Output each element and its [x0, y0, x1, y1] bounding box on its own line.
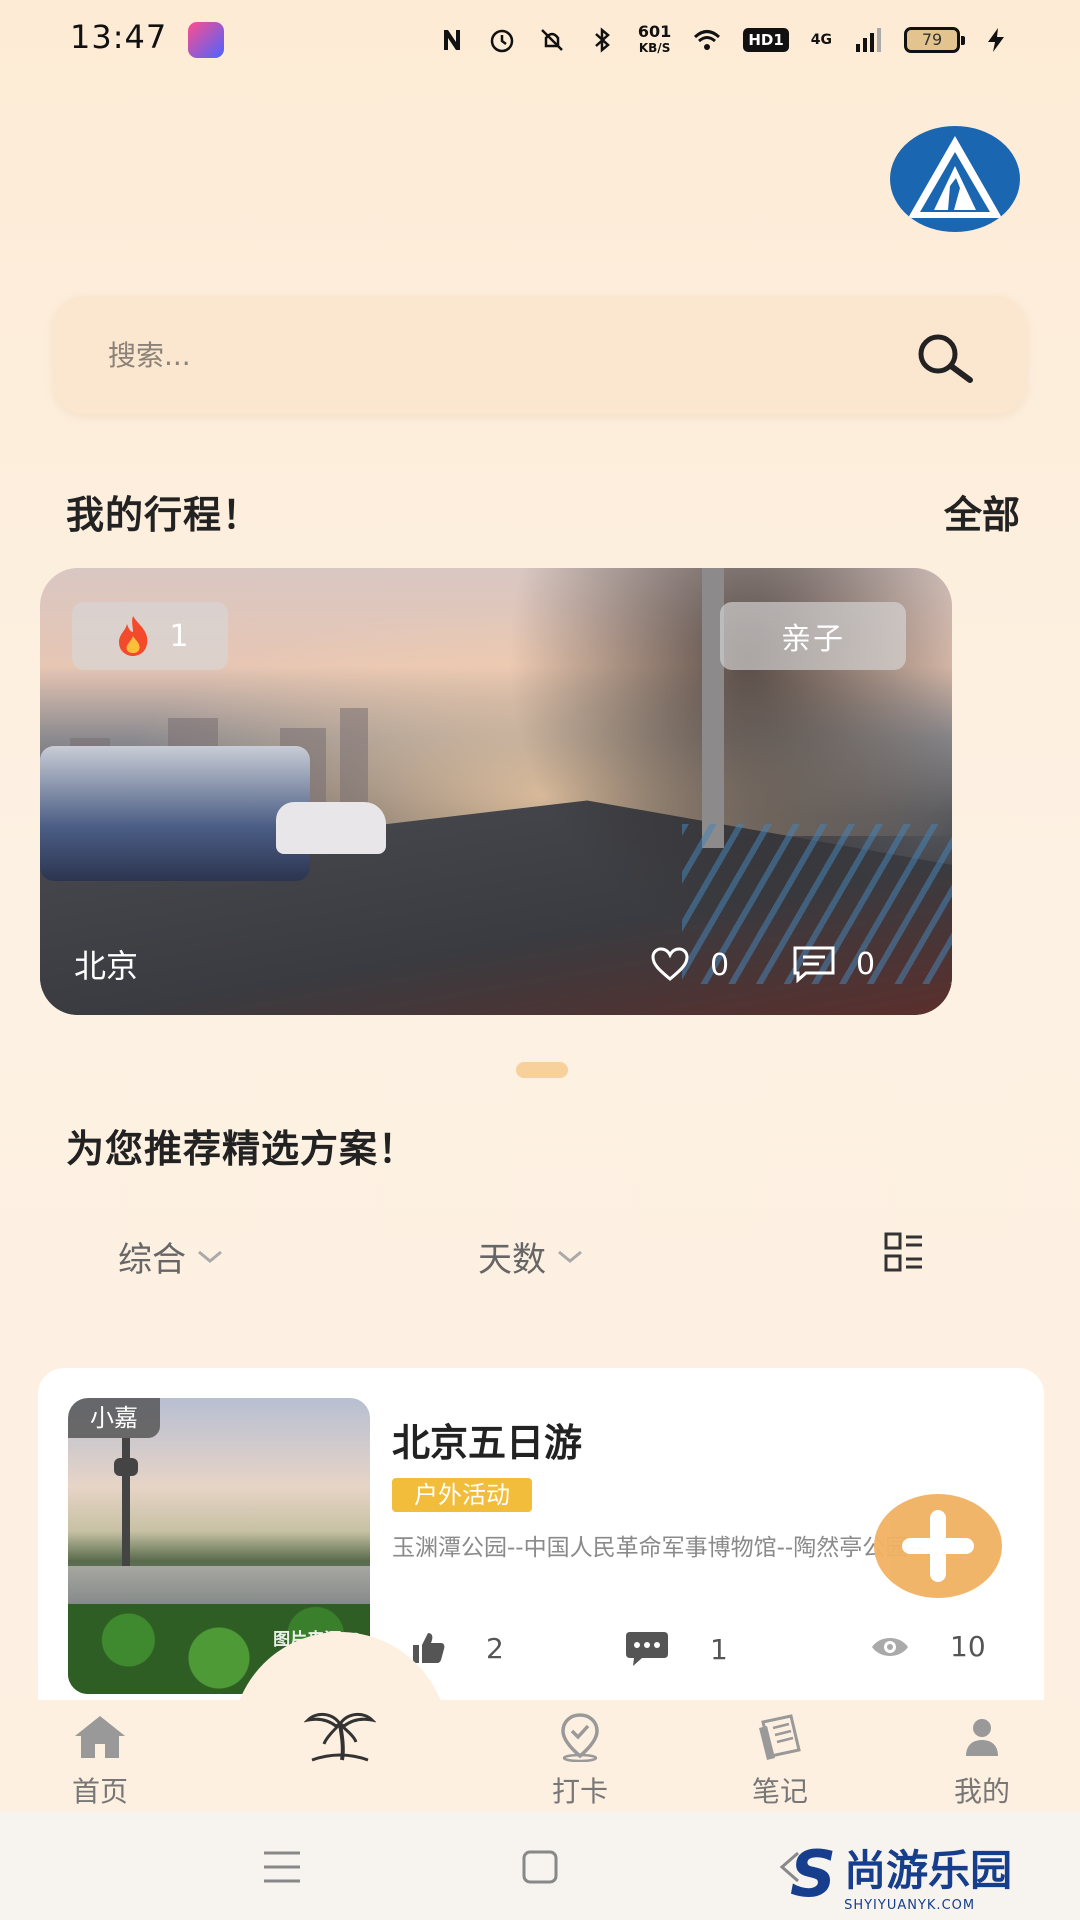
view-all-link[interactable]: 全部: [944, 484, 1020, 539]
card-photo-car: [276, 802, 386, 854]
network-type: 4G: [810, 32, 832, 48]
trip-likes[interactable]: 0: [650, 947, 729, 983]
palm-tree-icon: [304, 1713, 376, 1762]
net-speed-unit: KB/S: [638, 41, 671, 55]
filter-days[interactable]: 天数: [478, 1232, 584, 1281]
home-icon: [75, 1716, 125, 1758]
recommend-title: 为您推荐精选方案！: [66, 1127, 418, 1171]
charging-icon: [988, 28, 1004, 52]
wifi-icon: [694, 30, 721, 50]
signal-icon: [856, 28, 881, 52]
search-bar[interactable]: [54, 296, 1026, 414]
chevron-down-icon: [198, 1250, 222, 1263]
hot-count: 1: [169, 618, 189, 654]
plan-views: 10: [870, 1630, 986, 1663]
plan-thumbs-count: 2: [486, 1631, 504, 1665]
plan-title: 北京五日游: [392, 1421, 583, 1465]
status-icons: 601 KB/S HD1 4G 79: [438, 20, 1010, 60]
net-speed: 601 KB/S: [638, 24, 671, 56]
watermark-en: SHYIYUANYK.COM: [844, 1898, 976, 1913]
filter-sort-label: 综合: [118, 1240, 186, 1280]
photo-tower: [114, 1438, 138, 1568]
home-button-icon[interactable]: [522, 1850, 558, 1884]
net-speed-value: 601: [637, 22, 672, 41]
tab-notes-label: 笔记: [751, 1775, 808, 1808]
tab-checkin-label: 打卡: [551, 1775, 608, 1808]
plan-comments[interactable]: 1: [624, 1630, 728, 1668]
card-photo-bus: [40, 746, 310, 881]
search-icon[interactable]: [910, 332, 976, 384]
trip-comments-count: 0: [856, 946, 876, 982]
system-nav-bar: S 尚游乐园 SHYIYUANYK.COM: [0, 1812, 1080, 1920]
thumbs-up-icon: [413, 1633, 445, 1663]
tab-checkin[interactable]: 打卡: [520, 1712, 640, 1810]
app-notification-icon: [188, 22, 224, 58]
hot-badge: 1: [72, 602, 228, 670]
filter-days-label: 天数: [478, 1240, 546, 1280]
chat-bubble-icon: [626, 1632, 668, 1666]
status-time: 13:47: [70, 18, 168, 56]
bluetooth-icon: [595, 27, 610, 53]
tab-profile-label: 我的: [953, 1775, 1010, 1808]
tab-notes[interactable]: 笔记: [720, 1712, 840, 1810]
alarm-icon: [490, 29, 514, 53]
plan-views-count: 10: [950, 1630, 986, 1663]
eye-icon: [872, 1637, 908, 1656]
app-logo[interactable]: [890, 126, 1020, 232]
plan-thumbs[interactable]: 2: [410, 1630, 504, 1666]
status-bar: 13:47 601 KB/S HD1 4G 79: [0, 0, 1080, 80]
trip-comments[interactable]: 0: [792, 945, 875, 983]
plan-comments-count: 1: [710, 1632, 728, 1666]
comment-icon: [793, 946, 835, 983]
add-plan-button[interactable]: [874, 1494, 1002, 1598]
plan-tag: 户外活动: [392, 1478, 532, 1512]
hd-badge: HD1: [743, 28, 789, 52]
filter-sort[interactable]: 综合: [118, 1232, 224, 1281]
heart-icon: [651, 947, 689, 981]
plan-author: 小嘉: [68, 1398, 160, 1438]
location-check-icon: [561, 1713, 599, 1762]
site-watermark: S 尚游乐园 SHYIYUANYK.COM: [790, 1830, 1080, 1920]
battery-indicator: 79: [904, 27, 965, 53]
silent-icon: [541, 29, 563, 51]
watermark-logo-icon: S: [790, 1838, 837, 1912]
menu-icon[interactable]: [262, 1850, 302, 1884]
notes-icon: [759, 1714, 801, 1760]
search-input[interactable]: [108, 332, 868, 378]
tab-home-label: 首页: [71, 1775, 128, 1808]
tab-travel[interactable]: [280, 1704, 400, 1772]
trip-tag: 亲子: [720, 602, 906, 670]
chevron-down-icon: [558, 1250, 582, 1263]
profile-icon: [966, 1719, 998, 1756]
tab-home[interactable]: 首页: [40, 1712, 160, 1810]
flame-icon: [119, 616, 148, 656]
tab-profile[interactable]: 我的: [922, 1712, 1042, 1810]
trip-card[interactable]: 1 亲子 北京 0 0: [40, 568, 952, 1015]
carousel-indicator: [516, 1062, 568, 1078]
list-layout-icon[interactable]: [884, 1232, 924, 1272]
tent-logo-icon: [908, 136, 1002, 218]
watermark-cn: 尚游乐园: [844, 1846, 1013, 1895]
trip-city: 北京: [74, 947, 139, 985]
trip-likes-count: 0: [710, 947, 730, 983]
my-trips-title: 我的行程！: [66, 493, 262, 537]
nfc-icon: [443, 30, 460, 50]
